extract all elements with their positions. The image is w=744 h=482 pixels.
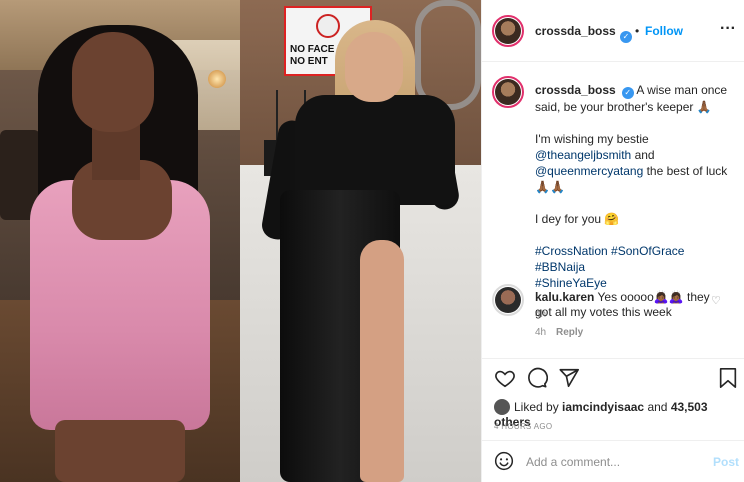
caption-para3: I dey for you 🤗: [535, 212, 620, 226]
caption-para2-mid: and: [631, 148, 655, 162]
author-username[interactable]: crossda_boss: [535, 24, 616, 38]
hashtag-sonofgrace[interactable]: #SonOfGrace: [611, 244, 684, 258]
add-comment-bar: Post: [482, 440, 744, 482]
heart-icon[interactable]: [494, 367, 516, 395]
post-panel: crossda_boss ✓ • Follow ··· crossda_boss…: [481, 0, 744, 482]
comment-input[interactable]: [526, 453, 696, 471]
comment-text: kalu.karen Yes ooooo🙇🏾‍♀️🙇🏾‍♀️ they got …: [535, 290, 710, 320]
caption-verified-icon: ✓: [621, 87, 634, 99]
author-avatar[interactable]: [495, 18, 521, 44]
caption-avatar[interactable]: [495, 79, 521, 105]
commenter-avatar[interactable]: [495, 287, 521, 313]
liked-by-joiner: and: [647, 400, 668, 414]
commenter-username[interactable]: kalu.karen: [535, 290, 594, 304]
bookmark-icon[interactable]: [718, 367, 738, 395]
caption-text: crossda_boss ✓ A wise man once said, be y…: [535, 82, 735, 323]
follow-button[interactable]: Follow: [645, 24, 683, 38]
sign-line-2: NO ENT: [290, 56, 328, 67]
hashtag-crossnation[interactable]: #CrossNation: [535, 244, 608, 258]
reply-button[interactable]: Reply: [556, 327, 583, 338]
liker-avatar[interactable]: [494, 399, 510, 415]
verified-badge-icon: ✓: [620, 31, 632, 43]
liker-username[interactable]: iamcindyisaac: [562, 400, 644, 414]
mention-queenmercyatang[interactable]: @queenmercyatang: [535, 164, 643, 178]
share-icon[interactable]: [558, 367, 580, 395]
photo-woman-pink-dress: [0, 0, 240, 482]
caption-author[interactable]: crossda_boss: [535, 83, 616, 97]
emoji-icon[interactable]: [494, 451, 514, 477]
post-timestamp[interactable]: 4 HOURS AGO: [494, 422, 552, 431]
comment-time: 4h: [535, 327, 547, 338]
photo-woman-black-outfit: NO FACE M NO ENT: [240, 0, 481, 482]
post-media[interactable]: NO FACE M NO ENT: [0, 0, 481, 482]
comment-icon[interactable]: [526, 367, 549, 395]
hashtag-bbnaija[interactable]: #BBNaija: [535, 260, 585, 274]
caption-para2-pre: I'm wishing my bestie: [535, 132, 649, 146]
separator-dot: •: [635, 24, 640, 38]
post-comment-button[interactable]: Post: [713, 455, 739, 469]
post-header: crossda_boss ✓ • Follow ···: [482, 0, 744, 62]
comment-like-heart-icon[interactable]: ♡: [711, 294, 721, 307]
mention-theangeljbsmith[interactable]: @theangeljbsmith: [535, 148, 631, 162]
hashtag-shineyaeye[interactable]: #ShineYaEye: [535, 276, 607, 290]
more-options-icon[interactable]: ···: [720, 20, 736, 38]
liked-by-prefix: Liked by: [514, 400, 559, 414]
